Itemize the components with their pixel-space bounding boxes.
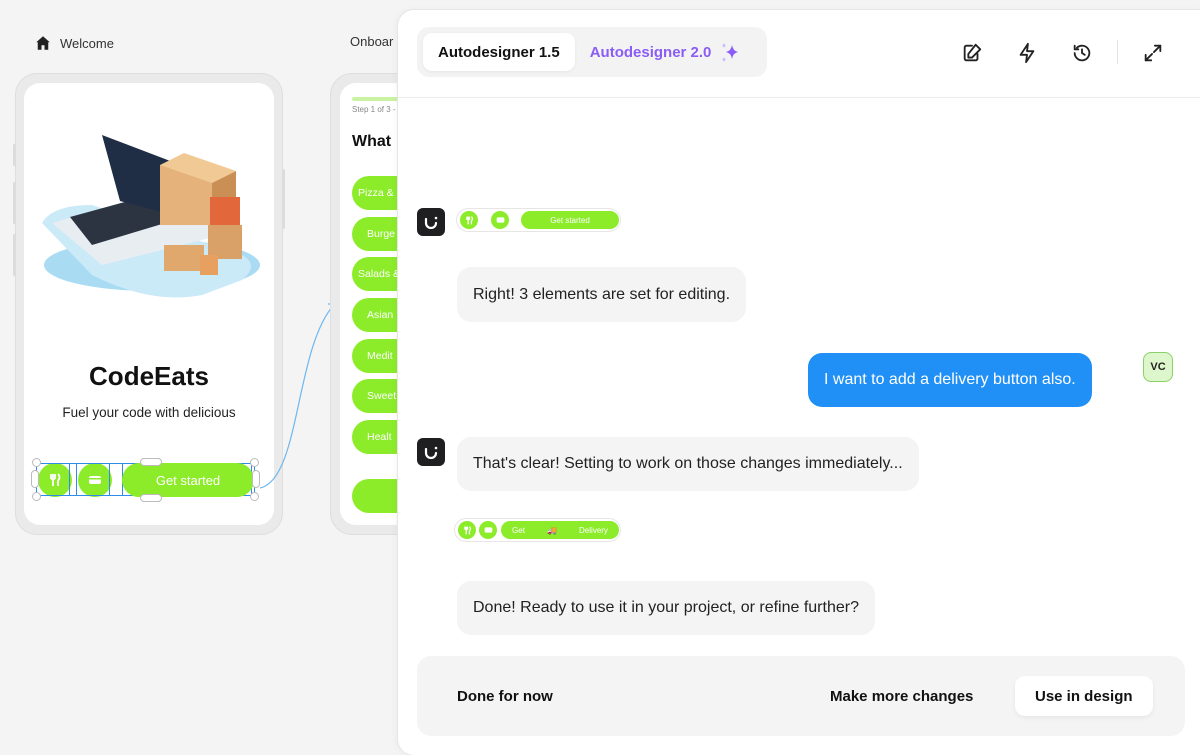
step-indicator: Step 1 of 3 -: [352, 105, 396, 114]
use-in-design-button[interactable]: Use in design: [1015, 676, 1153, 716]
resize-handle[interactable]: [32, 458, 41, 467]
expand-button[interactable]: [1136, 36, 1170, 70]
resize-handle[interactable]: [140, 494, 162, 502]
mini-delivery-label: Delivery: [579, 525, 608, 535]
mini-get-label: Get: [512, 525, 525, 535]
expand-icon: [1144, 44, 1162, 62]
frame-label-welcome[interactable]: Welcome: [34, 34, 114, 52]
mini-get-started-button: Get started: [521, 211, 619, 229]
resize-handle[interactable]: [140, 458, 162, 466]
utensils-icon: [465, 215, 473, 224]
user-message: I want to add a delivery button also.: [808, 353, 1092, 407]
bot-message: Right! 3 elements are set for editing.: [457, 267, 747, 322]
mini-card-button: [479, 521, 497, 539]
mini-delivery-button: Get 🚚 Delivery: [501, 521, 619, 539]
card-icon: [484, 527, 492, 533]
app-subtitle: Fuel your code with delicious: [62, 405, 236, 420]
get-started-button[interactable]: Get started: [122, 463, 254, 497]
mini-utensils-button: [460, 211, 478, 229]
frame-label-text: Welcome: [60, 35, 114, 51]
bot-logo-icon: [424, 446, 438, 459]
header-divider: [1117, 40, 1118, 64]
mini-utensils-button: [458, 521, 476, 539]
lightning-icon: [1019, 42, 1035, 64]
phone-side-button: [13, 234, 16, 276]
mini-card-button: [491, 211, 509, 229]
user-avatar: VC: [1143, 352, 1173, 382]
selection-box: [76, 463, 110, 496]
header-actions: [398, 36, 1200, 70]
phone-side-button: [282, 169, 285, 229]
bot-message: That's clear! Setting to work on those c…: [457, 437, 919, 491]
phone-side-button: [13, 144, 16, 166]
home-icon: [36, 36, 50, 50]
bot-message: Done! Ready to use it in your project, o…: [457, 581, 875, 635]
bot-avatar: [417, 438, 445, 466]
design-canvas[interactable]: Welcome Onboar CodeEats Fuel your code w…: [0, 0, 1200, 755]
selection-box: [36, 463, 70, 496]
card-icon: [496, 217, 504, 223]
onboarding-question: What: [352, 133, 392, 150]
bot-logo-icon: [424, 216, 438, 229]
quick-actions-button[interactable]: [1010, 36, 1044, 70]
app-title: CodeEats: [89, 361, 209, 391]
edit-icon: [963, 43, 982, 62]
component-preview[interactable]: Get started: [456, 208, 621, 232]
frame-label-text: Onboar: [350, 34, 394, 49]
selected-button-group[interactable]: Get started: [31, 458, 260, 502]
make-more-changes-button[interactable]: Make more changes: [830, 656, 973, 736]
action-footer: Done for now Make more changes Use in de…: [417, 656, 1185, 736]
welcome-frame[interactable]: CodeEats Fuel your code with delicious G…: [13, 73, 285, 535]
component-preview[interactable]: Get 🚚 Delivery: [454, 518, 621, 542]
done-for-now-button[interactable]: Done for now: [457, 656, 553, 736]
panel-header: Autodesigner 1.5 Autodesigner 2.0: [398, 10, 1200, 98]
phone-side-button: [13, 182, 16, 224]
edit-button[interactable]: [955, 36, 989, 70]
history-button[interactable]: [1065, 36, 1099, 70]
autodesigner-panel: Autodesigner 1.5 Autodesigner 2.0 Get st…: [398, 10, 1200, 755]
truck-icon: 🚚: [547, 525, 557, 535]
frame-label-onboarding[interactable]: Onboar: [350, 34, 393, 49]
history-icon: [1073, 44, 1091, 62]
bot-avatar: [417, 208, 445, 236]
laptop-boxes-illustration: [42, 135, 260, 298]
utensils-icon: [463, 525, 471, 534]
resize-handle[interactable]: [32, 492, 41, 501]
resize-handle[interactable]: [31, 470, 39, 488]
